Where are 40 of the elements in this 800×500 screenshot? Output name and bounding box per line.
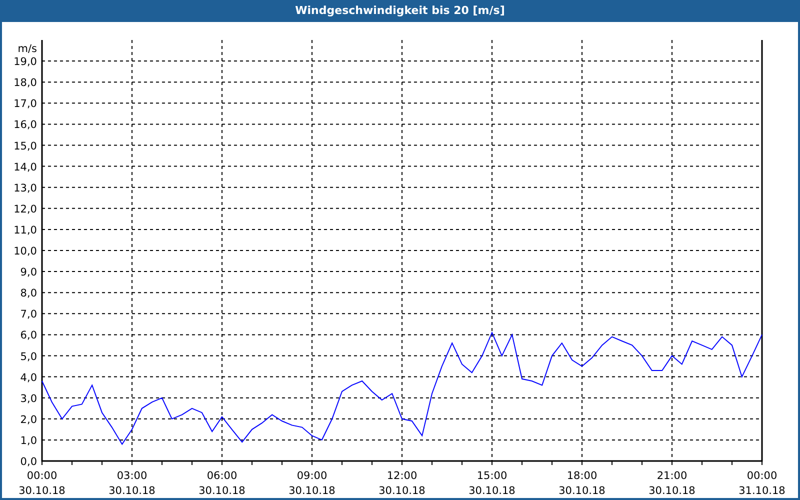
x-axis-label: 00:00 (746, 470, 778, 482)
chart-title: Windgeschwindigkeit bis 20 [m/s] (295, 4, 505, 17)
y-axis-label: 10,0 (14, 246, 37, 258)
y-axis-label: 5,0 (20, 350, 37, 363)
x-axis-label: 06:00 (206, 470, 238, 482)
y-axis-label: 19,0 (14, 56, 37, 68)
y-axis-label: 13,0 (14, 182, 37, 194)
y-axis-label: 4,0 (20, 372, 37, 384)
y-axis-label: 12,0 (14, 203, 37, 216)
date-label: 30.10.18 (648, 485, 696, 497)
date-label: 30.10.18 (378, 485, 426, 497)
y-axis-label: 9,0 (20, 266, 37, 279)
x-axis-label: 18:00 (566, 470, 598, 482)
date-label: 31.10.18 (738, 485, 786, 497)
y-axis-label: 14,0 (14, 161, 37, 174)
y-axis-label: 8,0 (20, 288, 37, 300)
y-axis-label: 1,0 (20, 434, 37, 447)
date-label: 30.10.18 (18, 485, 66, 497)
date-label: 30.10.18 (468, 485, 516, 497)
date-label: 30.10.18 (198, 485, 246, 497)
x-axis-label: 03:00 (116, 470, 148, 482)
y-axis-label: 16,0 (14, 119, 37, 132)
y-axis-label: 15,0 (14, 140, 37, 152)
x-axis-label: 15:00 (476, 470, 508, 482)
y-axis-label: 18,0 (14, 77, 37, 90)
y-axis-label: 7,0 (20, 308, 37, 321)
date-label: 30.10.18 (288, 485, 336, 497)
y-axis-label: 6,0 (20, 330, 37, 342)
x-axis-label: 09:00 (296, 470, 328, 482)
x-axis-label: 12:00 (386, 470, 418, 482)
x-axis-label: 00:00 (26, 470, 58, 482)
x-axis-label: 21:00 (656, 470, 688, 482)
y-axis-label: 0,0 (20, 456, 37, 468)
y-axis-label: 3,0 (20, 392, 37, 405)
date-label: 30.10.18 (558, 485, 606, 497)
y-axis-title: m/s (18, 43, 37, 55)
date-label: 30.10.18 (108, 485, 156, 497)
y-axis-label: 11,0 (14, 224, 37, 236)
y-axis-label: 2,0 (20, 414, 37, 426)
y-axis-label: 17,0 (14, 98, 37, 110)
